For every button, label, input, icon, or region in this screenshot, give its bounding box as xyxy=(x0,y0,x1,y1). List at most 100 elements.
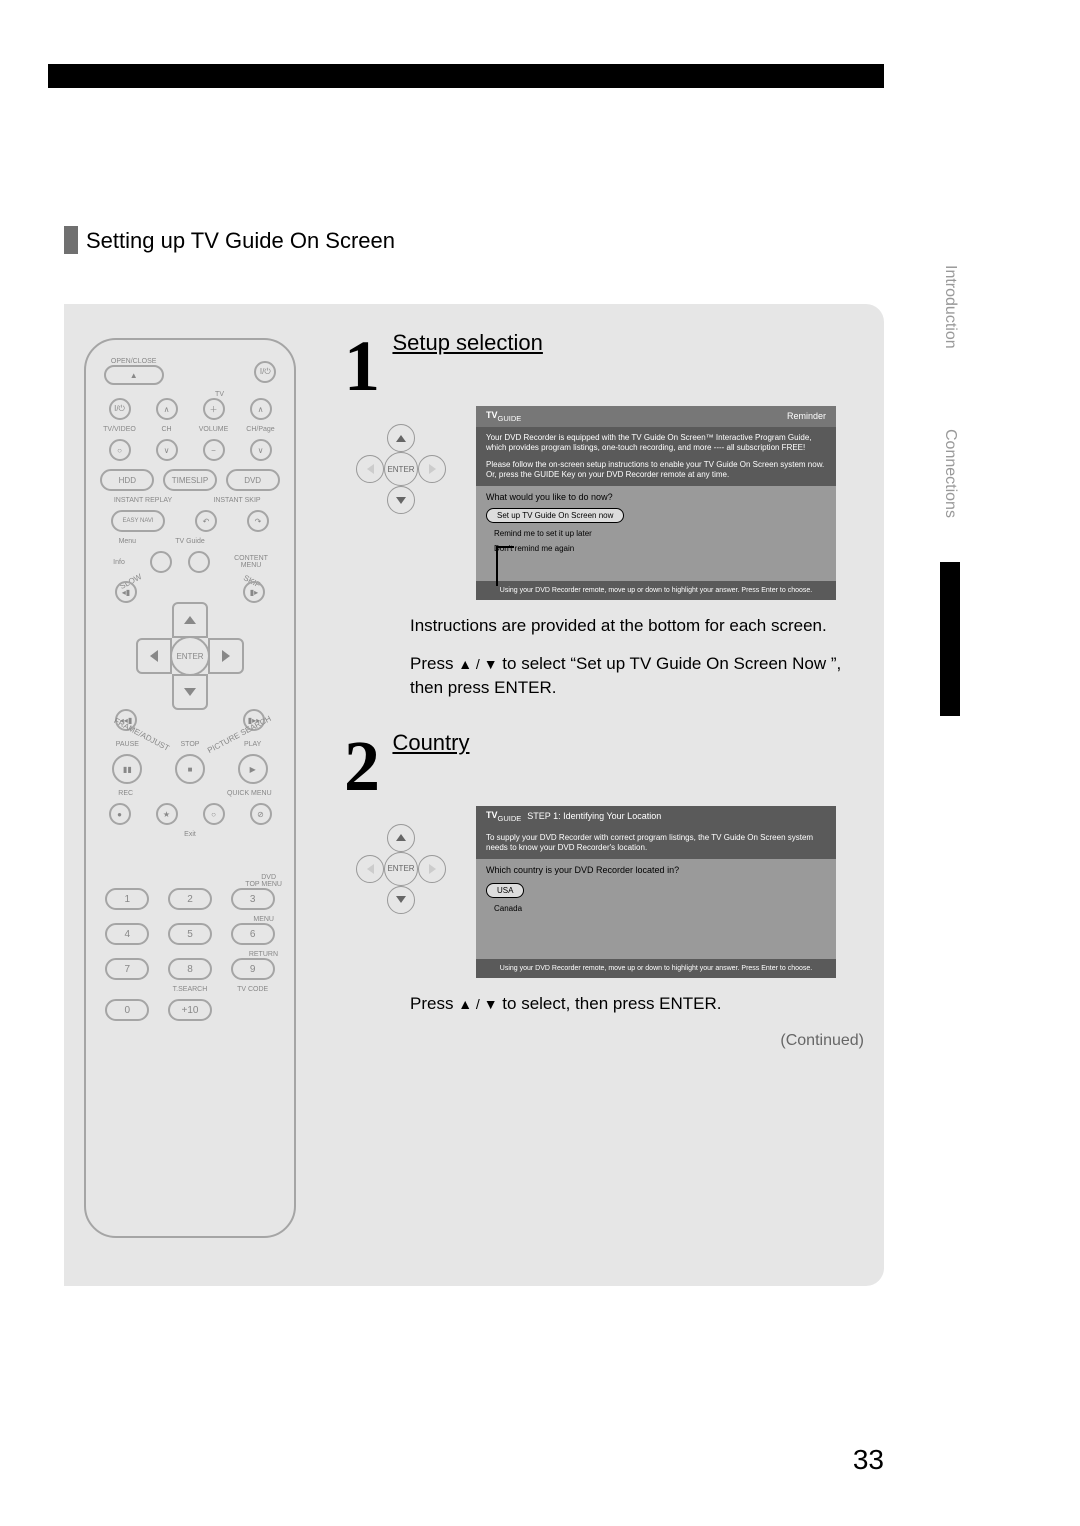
btn-tv-guide[interactable] xyxy=(188,551,210,573)
btn-vol-up[interactable]: ＋ xyxy=(203,398,225,420)
header-accent-bar xyxy=(64,226,78,254)
pad-left-2[interactable] xyxy=(356,855,384,883)
pad-left[interactable] xyxy=(356,455,384,483)
btn-num-0[interactable]: 0 xyxy=(105,999,149,1021)
label-ch: CH xyxy=(146,426,188,433)
pad-down-2[interactable] xyxy=(387,886,415,914)
btn-slow-back[interactable]: ◂▮ xyxy=(115,581,137,603)
label-exit: Exit xyxy=(96,831,284,838)
label-t-search: T.SEARCH xyxy=(168,986,212,993)
btn-num-9[interactable]: 9 xyxy=(231,958,275,980)
btn-circle[interactable]: ○ xyxy=(203,803,225,825)
dpad-up[interactable] xyxy=(172,602,208,638)
tv-opt-usa[interactable]: USA xyxy=(486,883,524,898)
btn-menu[interactable] xyxy=(150,551,172,573)
btn-eject[interactable]: ▲ xyxy=(104,365,164,385)
step2-tv-screen: TVGUIDE STEP 1: Identifying Your Locatio… xyxy=(476,806,836,979)
btn-num-4[interactable]: 4 xyxy=(105,923,149,945)
btn-pause[interactable]: ▮▮ xyxy=(112,754,142,784)
btn-play[interactable]: ▶ xyxy=(238,754,268,784)
btn-num-7[interactable]: 7 xyxy=(105,958,149,980)
step2-instruction: Press ▲ / ▼ to select, then press ENTER. xyxy=(410,992,864,1016)
btn-enter[interactable]: ENTER xyxy=(170,636,210,676)
btn-instant-skip[interactable]: ↷ xyxy=(247,510,269,532)
step1-note: Instructions are provided at the bottom … xyxy=(410,614,864,638)
side-tabs: Introduction Connections xyxy=(940,230,972,870)
dpad-right[interactable] xyxy=(208,638,244,674)
btn-hdd[interactable]: HDD xyxy=(100,469,154,491)
label-tv-guide: TV Guide xyxy=(165,538,215,545)
btn-dvd[interactable]: DVD xyxy=(226,469,280,491)
btn-easy-navi[interactable]: EASY NAVI xyxy=(111,510,165,532)
btn-num-2[interactable]: 2 xyxy=(168,888,212,910)
tv-intro-2: To supply your DVD Recorder with correct… xyxy=(476,827,836,860)
label-dvd-top: DVD xyxy=(96,874,284,881)
btn-quick-menu[interactable]: ⊘ xyxy=(250,803,272,825)
step2-enter-pad: ENTER xyxy=(356,824,446,914)
pad-enter-2[interactable]: ENTER xyxy=(384,852,418,886)
pad-enter[interactable]: ENTER xyxy=(384,452,418,486)
dpad-left[interactable] xyxy=(136,638,172,674)
content-panel: OPEN/CLOSE▲ I/⏻ TV I/⏻ ∧ ＋ ∧ TV/VIDEO CH… xyxy=(64,304,884,1286)
label-ch-page: CH/Page xyxy=(240,426,282,433)
page-header: Setting up TV Guide On Screen xyxy=(64,226,395,254)
btn-num-3[interactable]: 3 xyxy=(231,888,275,910)
btn-page-up[interactable]: ∧ xyxy=(250,398,272,420)
pad-up[interactable] xyxy=(387,424,415,452)
step1-instruction: Press ▲ / ▼ to select “Set up TV Guide O… xyxy=(410,652,864,700)
tv-opt2[interactable]: Remind me to set it up later xyxy=(486,527,826,540)
btn-skip-fwd[interactable]: ▮▸ xyxy=(243,581,265,603)
btn-ch-down[interactable]: ∨ xyxy=(156,439,178,461)
tv-logo: TV xyxy=(486,410,498,420)
pad-right[interactable] xyxy=(418,455,446,483)
btn-page-down[interactable]: ∨ xyxy=(250,439,272,461)
step-2: 2 Country ENTER TVGUIDE STEP 1: Identify… xyxy=(344,730,864,1050)
tab-connections[interactable]: Connections xyxy=(940,396,960,550)
dpad-down[interactable] xyxy=(172,674,208,710)
tv-opt1[interactable]: Set up TV Guide On Screen now xyxy=(486,508,624,523)
label-tv: TV xyxy=(96,391,284,398)
btn-num-plus10[interactable]: +10 xyxy=(168,999,212,1021)
label-quick-menu: QUICK MENU xyxy=(224,790,274,797)
btn-num-6[interactable]: 6 xyxy=(231,923,275,945)
btn-tv-power[interactable]: I/⏻ xyxy=(109,398,131,420)
label-info: Info xyxy=(104,559,134,566)
tv-intro2: Please follow the on-screen setup instru… xyxy=(486,460,826,481)
tv-opt3[interactable]: Don't remind me again xyxy=(486,542,826,555)
step2-number: 2 xyxy=(344,730,380,802)
pad-down[interactable] xyxy=(387,486,415,514)
btn-num-1[interactable]: 1 xyxy=(105,888,149,910)
btn-tv-video[interactable]: ○ xyxy=(109,439,131,461)
tv-opt-canada[interactable]: Canada xyxy=(486,902,826,915)
label-open-close: OPEN/CLOSE xyxy=(104,358,164,365)
label-instant-replay: INSTANT REPLAY xyxy=(113,497,173,504)
btn-rec[interactable]: ● xyxy=(109,803,131,825)
label-menu: Menu xyxy=(102,538,152,545)
btn-num-8[interactable]: 8 xyxy=(168,958,212,980)
tab-introduction[interactable]: Introduction xyxy=(940,230,960,384)
btn-timeslip[interactable]: TIMESLIP xyxy=(163,469,217,491)
label-volume: VOLUME xyxy=(193,426,235,433)
tv-logo-sub: GUIDE xyxy=(498,414,522,423)
btn-power[interactable]: I/⏻ xyxy=(254,361,276,383)
label-play: PLAY xyxy=(228,741,278,748)
step1-title: Setup selection xyxy=(392,330,542,356)
btn-vol-down[interactable]: − xyxy=(203,439,225,461)
label-content-menu: CONTENT MENU xyxy=(226,555,276,569)
step1-number: 1 xyxy=(344,330,380,402)
btn-num-5[interactable]: 5 xyxy=(168,923,212,945)
pad-up-2[interactable] xyxy=(387,824,415,852)
btn-fav[interactable]: ★ xyxy=(156,803,178,825)
pad-right-2[interactable] xyxy=(418,855,446,883)
page-title: Setting up TV Guide On Screen xyxy=(86,228,395,254)
btn-instant-replay[interactable]: ↶ xyxy=(195,510,217,532)
btn-ch-up[interactable]: ∧ xyxy=(156,398,178,420)
label-pause: PAUSE xyxy=(102,741,152,748)
tv-step-header: STEP 1: Identifying Your Location xyxy=(527,811,661,821)
btn-stop[interactable]: ■ xyxy=(175,754,205,784)
label-rec: REC xyxy=(106,790,146,797)
tab-blank xyxy=(940,728,960,882)
tab-current[interactable] xyxy=(940,562,960,716)
pointer-line xyxy=(496,546,514,586)
tv-logo-sub-2: GUIDE xyxy=(498,814,522,823)
